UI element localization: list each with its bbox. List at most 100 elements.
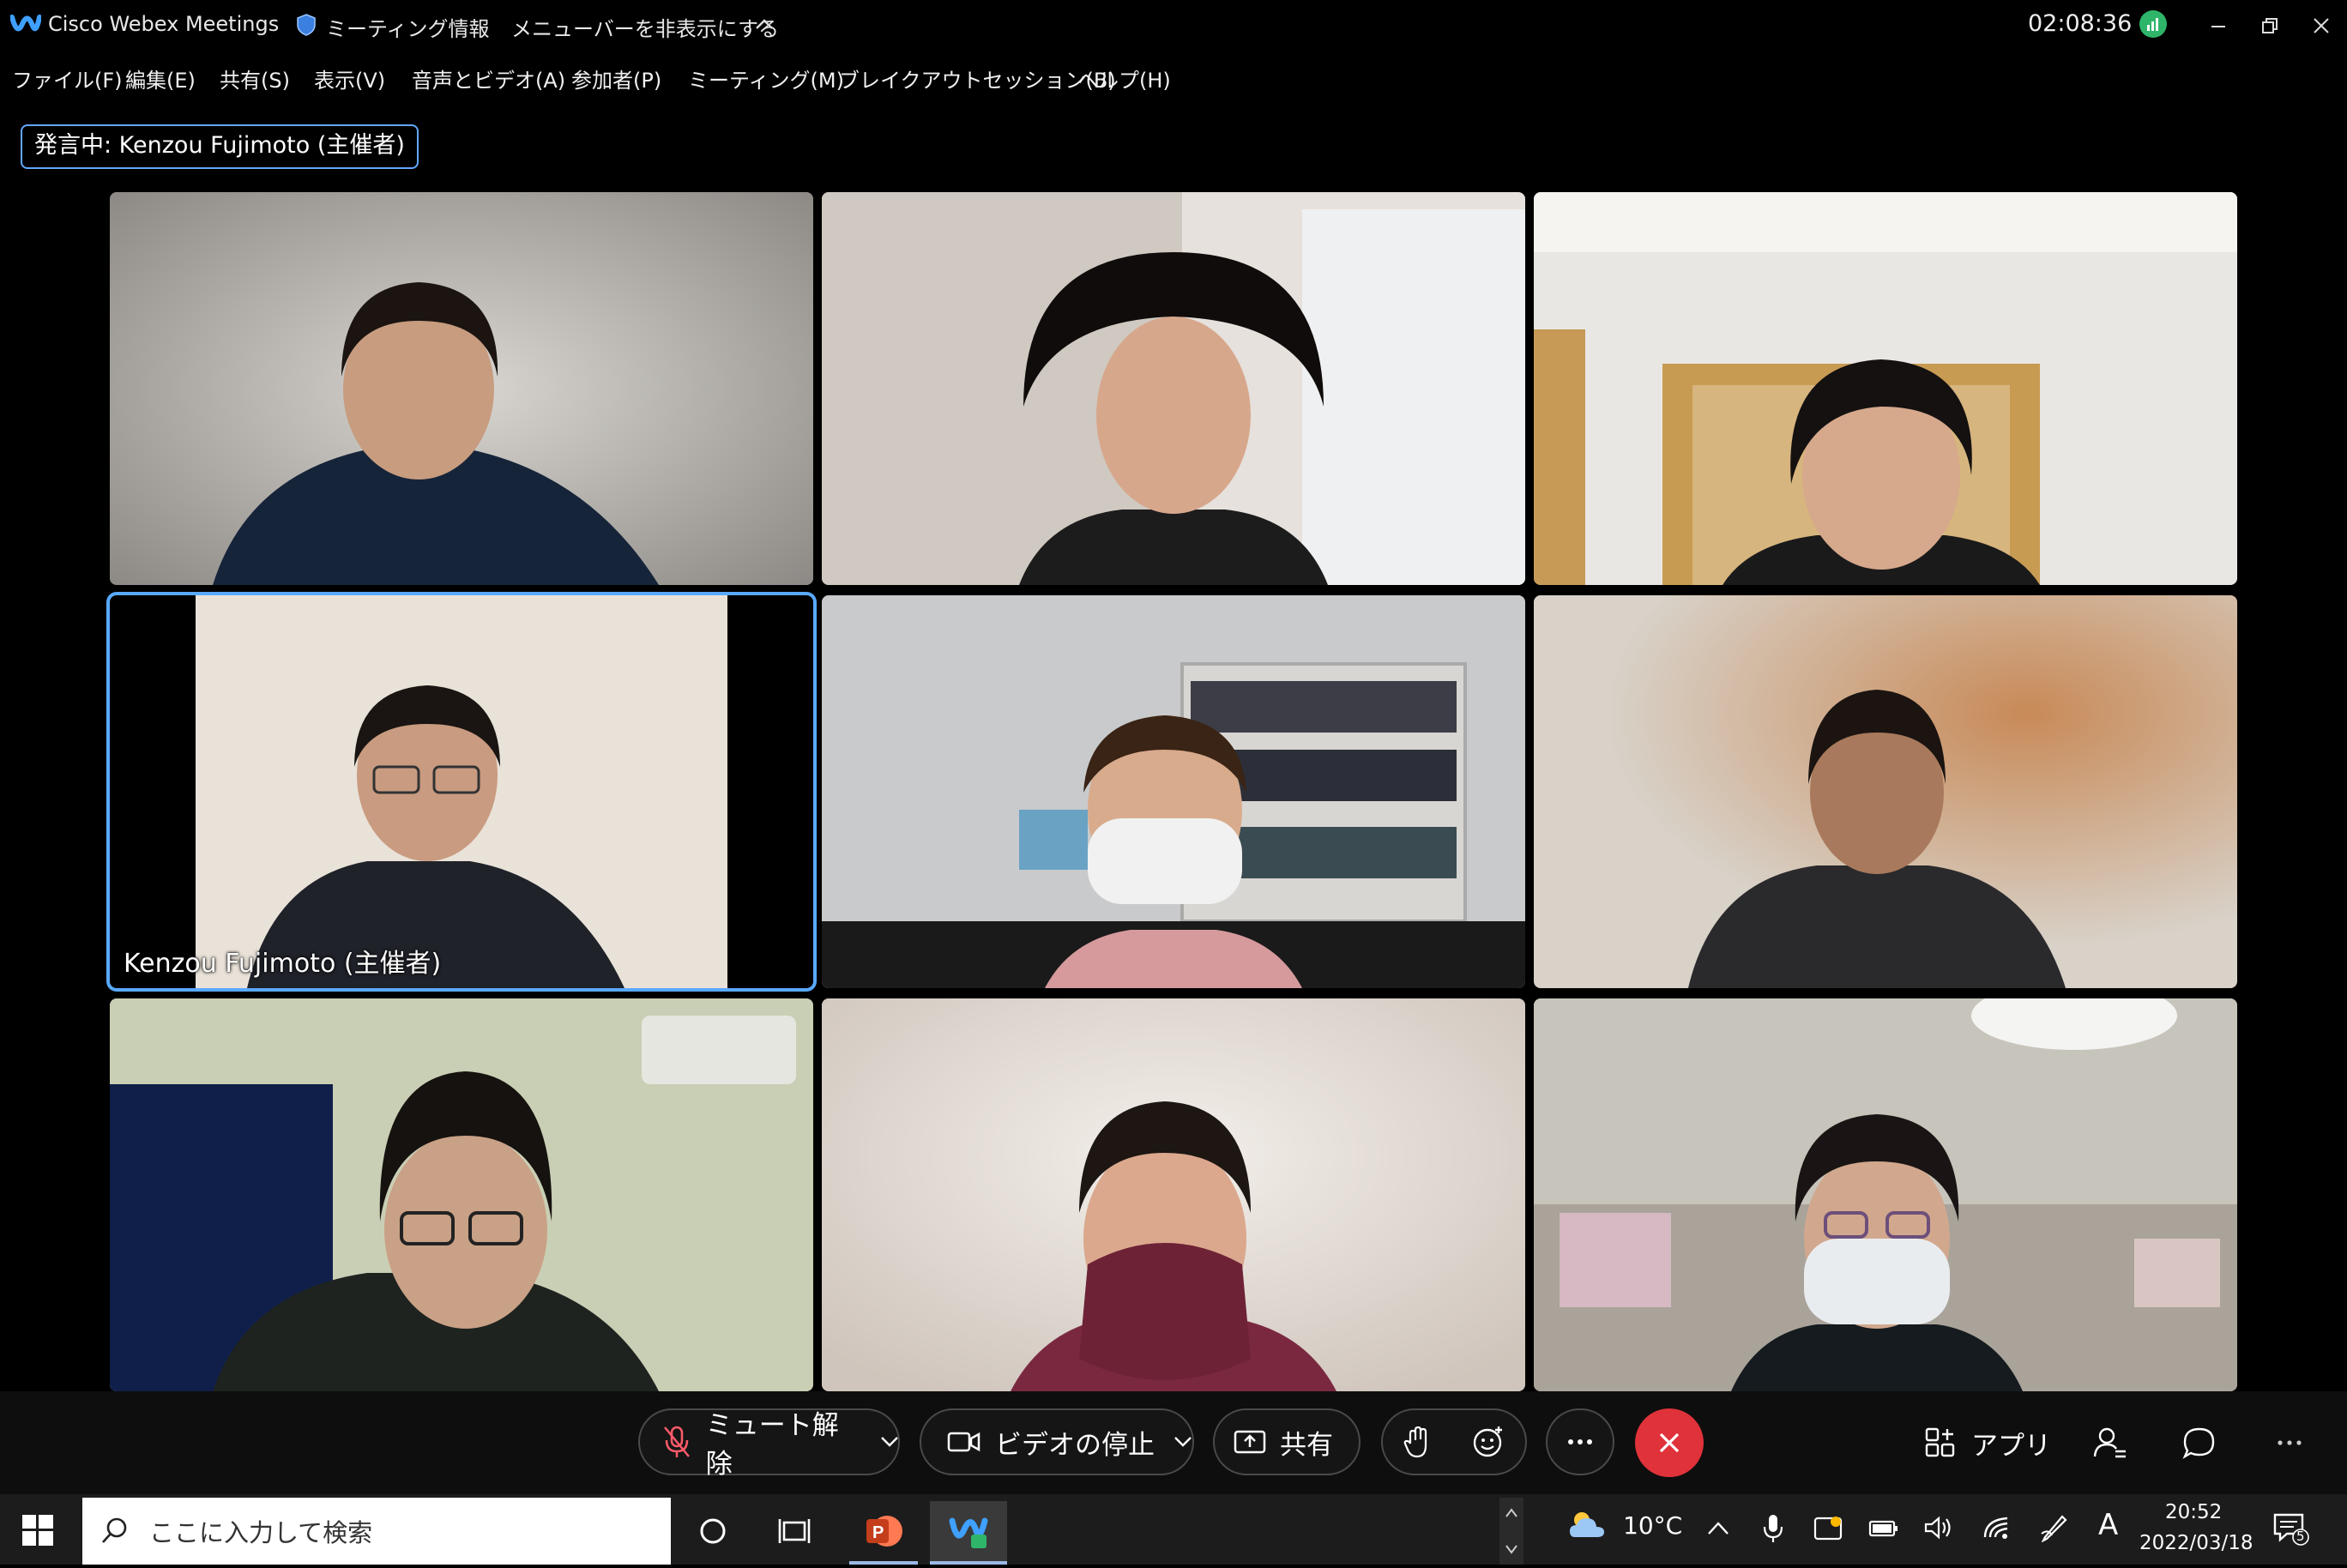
participants-icon [2093, 1427, 2126, 1458]
video-tile-4[interactable]: Kenzou Fujimoto (主催者) [110, 595, 813, 988]
minimize-icon [2211, 26, 2225, 27]
participant-video [822, 192, 1525, 585]
taskbar-powerpoint[interactable]: P [849, 1501, 918, 1565]
search-icon [102, 1517, 127, 1543]
chat-bubble-icon [2182, 1427, 2215, 1459]
apps-label: アプリ [1971, 1430, 2051, 1462]
taskbar-search-box[interactable]: ここに入力して検索 [82, 1498, 671, 1565]
weather-cloud-icon [1570, 1512, 1604, 1537]
reactions-group [1381, 1408, 1527, 1475]
webex-app-icon [949, 1517, 988, 1548]
shield-icon [297, 14, 316, 36]
chevron-down-icon[interactable] [880, 1436, 898, 1448]
cortana-button[interactable] [697, 1515, 729, 1551]
menu-participants[interactable]: 参加者(P) [571, 63, 661, 93]
battery-icon[interactable] [1868, 1518, 1899, 1539]
restore-button[interactable] [2242, 9, 2297, 43]
share-label: 共有 [1280, 1429, 1333, 1461]
ellipsis-icon [2278, 1440, 2302, 1445]
menu-file[interactable]: ファイル(F) [12, 63, 123, 93]
active-speaker-badge: 発言中: Kenzou Fujimoto (主催者) [21, 124, 419, 169]
scroll-arrows-icon [1505, 1508, 1517, 1554]
menu-bar: ファイル(F) 編集(E) 共有(S) 表示(V) 音声とビデオ(A) 参加者(… [0, 53, 2347, 100]
participants-panel-button[interactable] [2093, 1420, 2127, 1466]
microphone-muted-icon [664, 1426, 690, 1457]
participant-video [1534, 192, 2237, 585]
menu-share[interactable]: 共有(S) [220, 63, 290, 93]
chevron-up-icon[interactable] [755, 17, 774, 31]
search-placeholder: ここに入力して検索 [149, 1518, 373, 1547]
meeting-timer: 02:08:36 [2028, 10, 2133, 37]
participant-video [822, 998, 1525, 1391]
meet-now-icon[interactable] [1813, 1515, 1844, 1542]
apps-grid-icon [1925, 1427, 1955, 1457]
chevron-down-icon[interactable] [1174, 1436, 1192, 1448]
minimize-button[interactable] [2191, 9, 2246, 43]
network-icon[interactable] [1982, 1515, 2011, 1541]
task-view-button[interactable] [777, 1515, 811, 1551]
weather-temperature[interactable]: 10°C [1623, 1511, 1682, 1540]
cortana-circle-icon [700, 1518, 726, 1544]
raise-hand-icon[interactable] [1403, 1425, 1432, 1459]
notifications-button[interactable]: 5 [2273, 1511, 2309, 1546]
leave-meeting-button[interactable] [1635, 1408, 1704, 1477]
taskbar-webex[interactable] [930, 1501, 1007, 1565]
chat-panel-button[interactable] [2182, 1420, 2217, 1466]
title-bar: Cisco Webex Meetings ミーティング情報 メニューバーを非表示… [0, 0, 2347, 51]
participant-video [1534, 595, 2237, 988]
video-tile-8[interactable] [822, 998, 1525, 1391]
signal-strength-icon[interactable] [2139, 10, 2167, 38]
stop-video-button[interactable]: ビデオの停止 [920, 1408, 1194, 1475]
menu-audio-video[interactable]: 音声とビデオ(A) [412, 63, 565, 93]
hide-menu-bar-button[interactable]: メニューバーを非表示にする [511, 12, 779, 42]
stop-video-label: ビデオの停止 [995, 1429, 1155, 1461]
share-screen-icon [1234, 1430, 1266, 1454]
menu-view[interactable]: 表示(V) [314, 63, 385, 93]
app-title: Cisco Webex Meetings [48, 12, 280, 36]
video-tile-7[interactable] [110, 998, 813, 1391]
close-icon [1659, 1432, 1680, 1453]
video-tile-2[interactable] [822, 192, 1525, 585]
apps-button[interactable]: アプリ [1925, 1420, 2051, 1466]
video-camera-icon [947, 1432, 980, 1452]
unmute-label: ミュート解除 [705, 1410, 839, 1480]
webex-logo-icon [10, 15, 41, 32]
pen-icon[interactable] [2040, 1511, 2069, 1542]
taskbar-scroll[interactable] [1499, 1498, 1523, 1565]
video-tile-3[interactable] [1534, 192, 2237, 585]
clock-time[interactable]: 20:52 [2165, 1501, 2222, 1523]
powerpoint-icon: P [866, 1516, 902, 1547]
participant-video [110, 595, 813, 988]
video-tile-1[interactable] [110, 192, 813, 585]
close-icon [2314, 18, 2329, 33]
participant-video [110, 192, 813, 585]
restore-icon [2262, 18, 2278, 33]
video-tile-5[interactable] [822, 595, 1525, 988]
unmute-button[interactable]: ミュート解除 [638, 1408, 900, 1480]
more-options-button[interactable] [1546, 1408, 1614, 1475]
microphone-icon[interactable] [1762, 1513, 1784, 1544]
video-tile-9[interactable] [1534, 998, 2237, 1391]
video-tile-6[interactable] [1534, 595, 2237, 988]
volume-icon[interactable] [1923, 1515, 1954, 1541]
notification-count: 5 [2296, 1529, 2305, 1544]
ellipsis-icon [1568, 1439, 1592, 1444]
reaction-emoji-icon[interactable] [1471, 1425, 1505, 1459]
task-view-icon [778, 1519, 811, 1543]
more-panels-button[interactable] [2277, 1420, 2302, 1466]
menu-breakout[interactable]: ブレイクアウトセッション(B) [839, 63, 1116, 93]
clock-date[interactable]: 2022/03/18 [2139, 1532, 2253, 1554]
menu-meeting[interactable]: ミーティング(M) [688, 63, 844, 93]
participant-name: Kenzou Fujimoto (主催者) [124, 949, 442, 979]
menu-help[interactable]: ヘルプ(H) [1077, 63, 1171, 93]
menu-edit[interactable]: 編集(E) [125, 63, 196, 93]
participant-video [1534, 998, 2237, 1391]
participant-video [822, 595, 1525, 988]
ime-indicator[interactable]: A [2098, 1508, 2118, 1542]
meeting-info-button[interactable]: ミーティング情報 [326, 12, 490, 42]
start-button[interactable] [21, 1513, 55, 1551]
share-button[interactable]: 共有 [1213, 1408, 1361, 1475]
chevron-up-icon[interactable] [1707, 1520, 1729, 1537]
weather-widget[interactable] [1566, 1508, 1609, 1549]
close-window-button[interactable] [2294, 9, 2347, 43]
